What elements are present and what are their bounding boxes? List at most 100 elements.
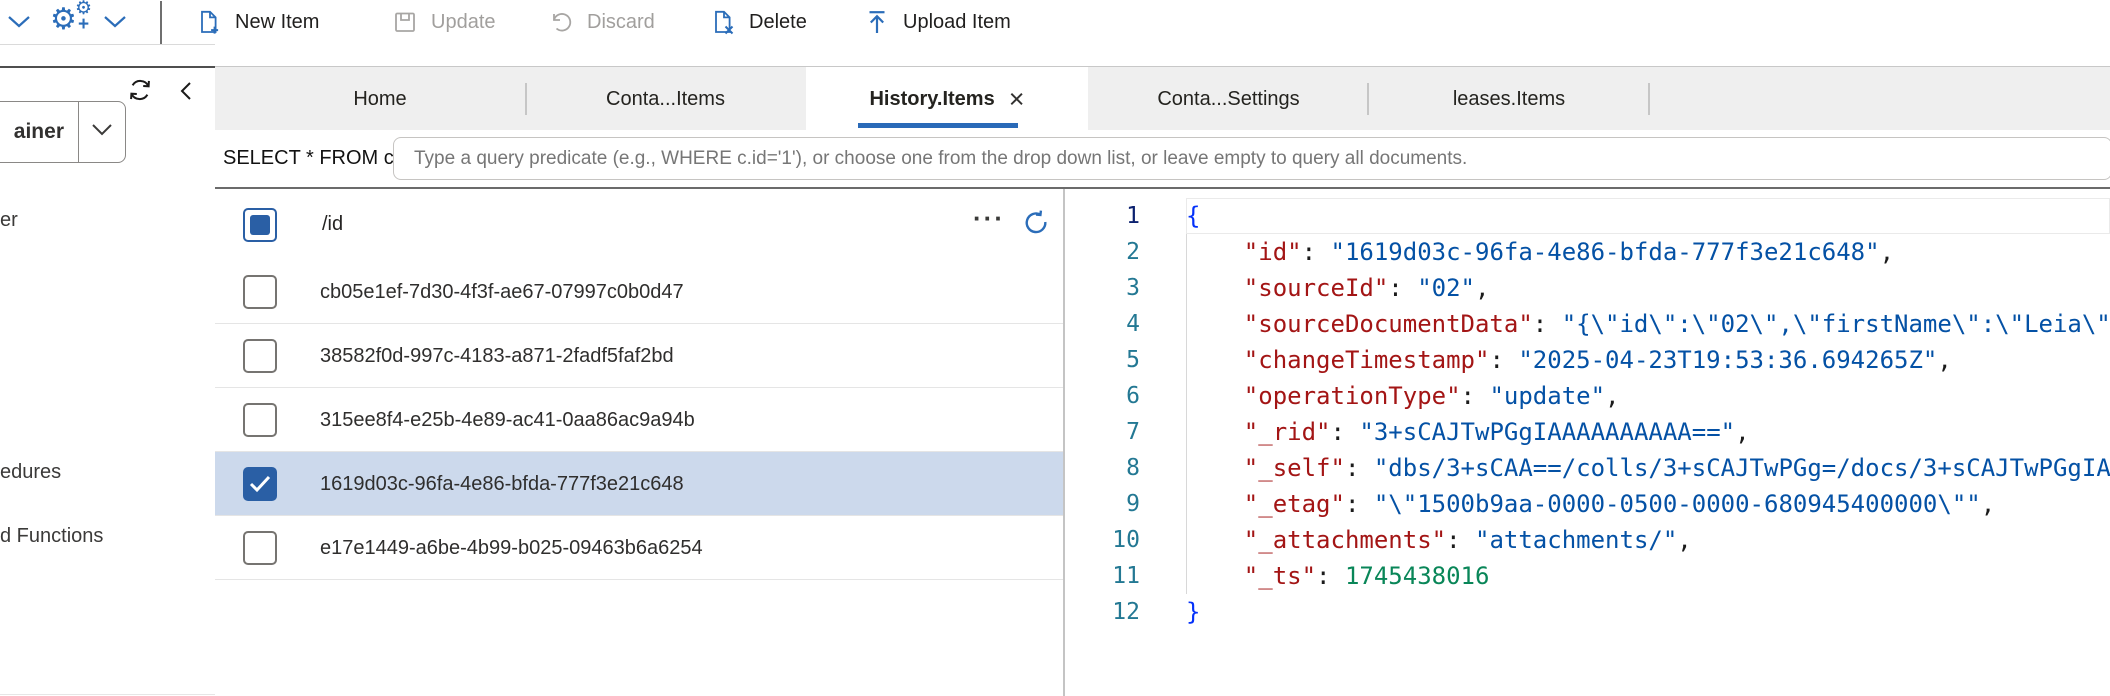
document-row[interactable]: 38582f0d-997c-4183-a871-2fadf5faf2bd — [215, 324, 1063, 388]
tab-divider — [525, 83, 527, 115]
select-all-checkbox[interactable] — [243, 208, 277, 242]
tab-conta-items[interactable]: Conta...Items — [527, 67, 804, 131]
sidebar-item-edures[interactable]: edures — [0, 441, 215, 505]
sidebar-item-er[interactable]: er — [0, 193, 215, 248]
token-ws — [1186, 454, 1244, 482]
editor-line: 5 "changeTimestamp": "2025-04-23T19:53:3… — [1065, 342, 2110, 378]
token-ws — [1186, 346, 1244, 374]
sidebar-item-d-functions[interactable]: d Functions — [0, 504, 215, 569]
sidebar-item[interactable] — [0, 568, 215, 630]
json-editor[interactable]: 1{2 "id": "1619d03c-96fa-4e86-bfda-777f3… — [1065, 189, 2110, 696]
code-text: "_ts": 1745438016 — [1186, 558, 1489, 594]
chevron-down-icon[interactable] — [102, 13, 128, 31]
resource-tree-sidebar: ainer er eduresd Functions — [0, 66, 216, 696]
code-text: "changeTimestamp": "2025-04-23T19:53:36.… — [1186, 342, 1952, 378]
row-checkbox[interactable] — [243, 275, 277, 309]
token-punct: : — [1345, 490, 1374, 518]
id-column-header: /id — [322, 189, 343, 260]
toolbar-button-label: New Item — [235, 11, 319, 34]
refresh-icon[interactable] — [1021, 209, 1051, 239]
tab-conta-settings[interactable]: Conta...Settings — [1090, 67, 1367, 131]
token-ws — [1186, 274, 1244, 302]
active-tab-underline — [858, 123, 1018, 128]
row-checkbox[interactable] — [243, 403, 277, 437]
token-key: "_attachments" — [1244, 526, 1446, 554]
token-punct: : — [1302, 238, 1331, 266]
sidebar-item-label: er — [0, 209, 18, 232]
token-punct: , — [1475, 274, 1489, 302]
editor-line: 8 "_self": "dbs/3+sCAA==/colls/3+sCAJTwP… — [1065, 450, 2110, 486]
toolbar-button-delete[interactable]: Delete — [710, 0, 807, 44]
documents-list-header: /id ··· — [215, 189, 1063, 261]
token-punct: , — [1981, 490, 1995, 518]
row-checkbox[interactable] — [243, 339, 277, 373]
document-row[interactable]: e17e1449-a6be-4b99-b025-09463b6a6254 — [215, 516, 1063, 580]
sidebar-item[interactable] — [0, 247, 215, 313]
cosmos-data-explorer: ⚙ ⚙ + New ItemUpdateDiscardDeleteUpload … — [0, 0, 2110, 696]
tab-divider — [1648, 83, 1650, 115]
token-punct: : — [1331, 418, 1360, 446]
upload-icon — [864, 9, 891, 36]
code-text: "sourceId": "02", — [1186, 270, 1489, 306]
sidebar-item[interactable] — [0, 629, 215, 695]
query-bar: SELECT * FROM c — [215, 130, 2110, 189]
tab-history-items[interactable]: History.Items× — [806, 67, 1088, 131]
token-punct: : — [1316, 562, 1345, 590]
document-id: 1619d03c-96fa-4e86-bfda-777f3e21c648 — [320, 452, 684, 516]
new-container-dropdown-button[interactable] — [78, 102, 125, 162]
close-icon[interactable]: × — [1009, 86, 1025, 113]
token-str: "1619d03c-96fa-4e86-bfda-777f3e21c648" — [1331, 238, 1880, 266]
line-number: 11 — [1065, 558, 1140, 594]
token-punct: : — [1446, 526, 1475, 554]
new-item-icon — [196, 9, 223, 36]
editor-line: 11 "_ts": 1745438016 — [1065, 558, 2110, 594]
toolbar-button-upload-item[interactable]: Upload Item — [864, 0, 1011, 44]
toolbar-divider — [160, 1, 162, 44]
chevron-down-icon[interactable] — [6, 13, 32, 31]
token-num: 1745438016 — [1345, 562, 1490, 590]
undo-icon — [548, 9, 575, 36]
query-predicate-input[interactable] — [393, 137, 2110, 180]
new-container-split-button: ainer — [0, 101, 126, 163]
row-checkbox-checked[interactable] — [243, 467, 277, 501]
token-punct: : — [1533, 310, 1562, 338]
editor-line: 1{ — [1065, 198, 2110, 234]
token-key: "_ts" — [1244, 562, 1316, 590]
tab-home[interactable]: Home — [235, 67, 525, 131]
command-bar: ⚙ ⚙ + New ItemUpdateDiscardDeleteUpload … — [0, 0, 2110, 45]
tab-leases-items[interactable]: leases.Items — [1370, 67, 1648, 131]
collapse-panel-icon[interactable] — [176, 80, 198, 102]
refresh-icon[interactable] — [127, 77, 153, 103]
editor-line: 10 "_attachments": "attachments/", — [1065, 522, 2110, 558]
documents-content: /id ··· cb05e1ef-7d30-4f3f-ae67-07997c0b… — [215, 189, 2110, 696]
token-key: "_self" — [1244, 454, 1345, 482]
tab-bar: HomeConta...ItemsHistory.Items×Conta...S… — [215, 66, 2110, 131]
settings-gears-icon[interactable]: ⚙ ⚙ + — [50, 0, 100, 44]
token-punct: : — [1461, 382, 1490, 410]
toolbar-button-new-item[interactable]: New Item — [196, 0, 319, 44]
new-container-button[interactable]: ainer — [0, 102, 78, 162]
chevron-down-icon — [91, 123, 113, 142]
token-key: "changeTimestamp" — [1244, 346, 1490, 374]
token-ws — [1186, 238, 1244, 266]
code-text: "sourceDocumentData": "{\"id\":\"02\",\"… — [1186, 306, 2110, 342]
token-punct: , — [1677, 526, 1691, 554]
editor-line: 7 "_rid": "3+sCAJTwPGgIAAAAAAAAAA==", — [1065, 414, 2110, 450]
document-row[interactable]: 315ee8f4-e25b-4e89-ac41-0aa86ac9a94b — [215, 388, 1063, 452]
token-str: "2025-04-23T19:53:36.694265Z" — [1518, 346, 1937, 374]
more-options-icon[interactable]: ··· — [973, 203, 1005, 234]
toolbar-button-label: Discard — [587, 11, 655, 34]
token-ws — [1186, 562, 1244, 590]
code-text: "operationType": "update", — [1186, 378, 1620, 414]
token-key: "id" — [1244, 238, 1302, 266]
document-row[interactable]: 1619d03c-96fa-4e86-bfda-777f3e21c648 — [215, 452, 1063, 516]
document-row[interactable]: cb05e1ef-7d30-4f3f-ae67-07997c0b0d47 — [215, 260, 1063, 324]
row-checkbox[interactable] — [243, 531, 277, 565]
line-number: 8 — [1065, 450, 1140, 486]
token-str: "attachments/" — [1475, 526, 1677, 554]
sidebar-item[interactable] — [0, 376, 215, 442]
token-key: "operationType" — [1244, 382, 1461, 410]
token-brace: } — [1186, 598, 1200, 626]
document-id: 315ee8f4-e25b-4e89-ac41-0aa86ac9a94b — [320, 388, 695, 452]
sidebar-item[interactable] — [0, 312, 215, 377]
